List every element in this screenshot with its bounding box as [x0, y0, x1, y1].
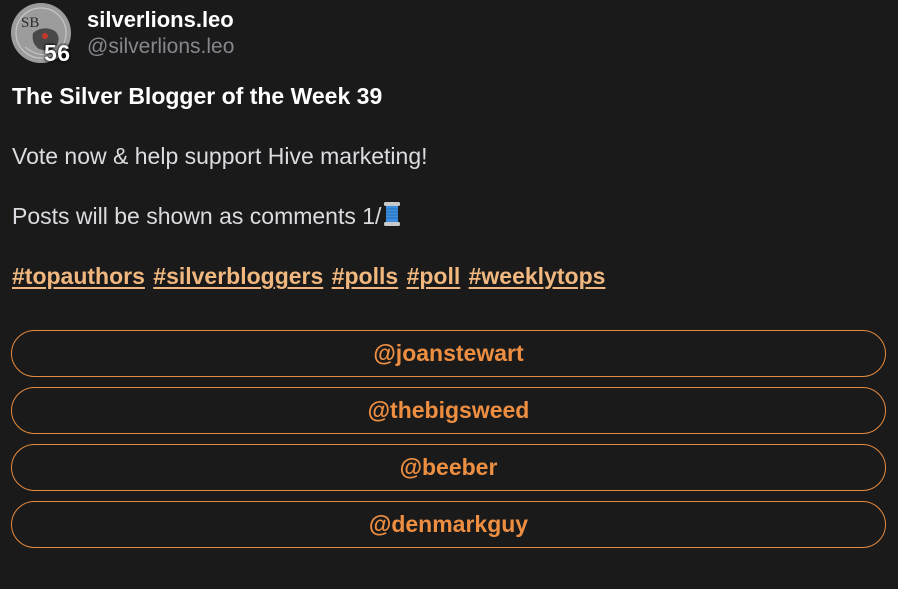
hashtag-link[interactable]: #polls [332, 263, 398, 289]
author-handle[interactable]: @silverlions.leo [87, 34, 234, 60]
hashtag-link[interactable]: #poll [407, 263, 461, 289]
hashtag-link[interactable]: #silverbloggers [153, 263, 323, 289]
poll-option-button[interactable]: @joanstewart [11, 330, 886, 377]
post-paragraph-2: Posts will be shown as comments 1/ [12, 201, 401, 233]
author-display-name[interactable]: silverlions.leo [87, 7, 234, 33]
post-paragraph-1: Vote now & help support Hive marketing! [12, 142, 428, 170]
avatar-monogram: SB [21, 15, 39, 31]
hashtag-list: #topauthors #silverbloggers #polls #poll… [12, 262, 607, 290]
hashtag-link[interactable]: #topauthors [12, 263, 145, 289]
poll-option-button[interactable]: @thebigsweed [11, 387, 886, 434]
level-badge: 56 [44, 40, 71, 66]
post-paragraph-1-text: Vote now & help support Hive marketing! [12, 143, 428, 169]
post-paragraph-2-text: Posts will be shown as comments 1/ [12, 203, 382, 229]
post-card: SB 56 silverlions.leo @silverlions.leo T… [0, 0, 898, 589]
hashtag-link[interactable]: #weeklytops [469, 263, 606, 289]
poll-option-button[interactable]: @denmarkguy [11, 501, 886, 548]
poll: @joanstewart @thebigsweed @beeber @denma… [11, 330, 886, 558]
poll-option-button[interactable]: @beeber [11, 444, 886, 491]
post-title: The Silver Blogger of the Week 39 [12, 83, 383, 109]
spool-of-thread-icon [383, 201, 401, 233]
avatar-container[interactable]: SB 56 [11, 3, 73, 65]
